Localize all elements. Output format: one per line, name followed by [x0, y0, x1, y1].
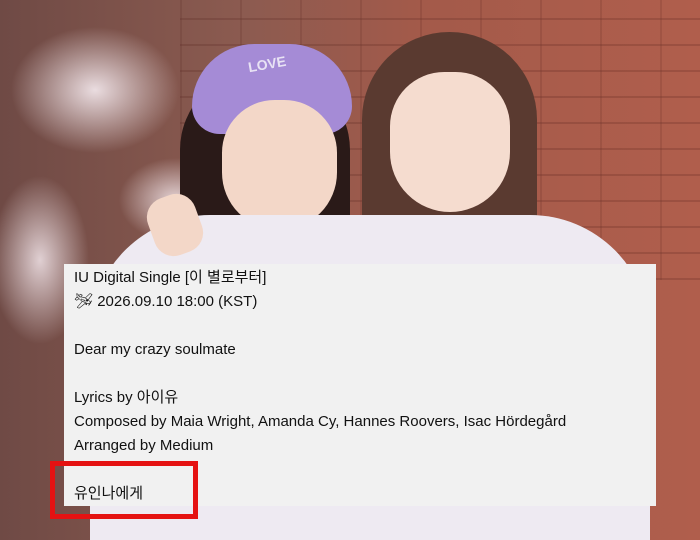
release-date: 🛩 2026.09.10 18:00 (KST)	[74, 293, 258, 310]
highlight-box	[50, 461, 198, 519]
arranger-credit: Arranged by Medium	[74, 437, 214, 454]
lyrics-credit: Lyrics by 아이유	[74, 389, 179, 406]
composer-credit: Composed by Maia Wright, Amanda Cy, Hann…	[74, 413, 567, 430]
person-left-face	[222, 100, 337, 230]
person-right-face	[390, 72, 510, 212]
single-title: IU Digital Single [이 별로부터]	[74, 269, 267, 286]
tagline: Dear my crazy soulmate	[74, 341, 236, 358]
